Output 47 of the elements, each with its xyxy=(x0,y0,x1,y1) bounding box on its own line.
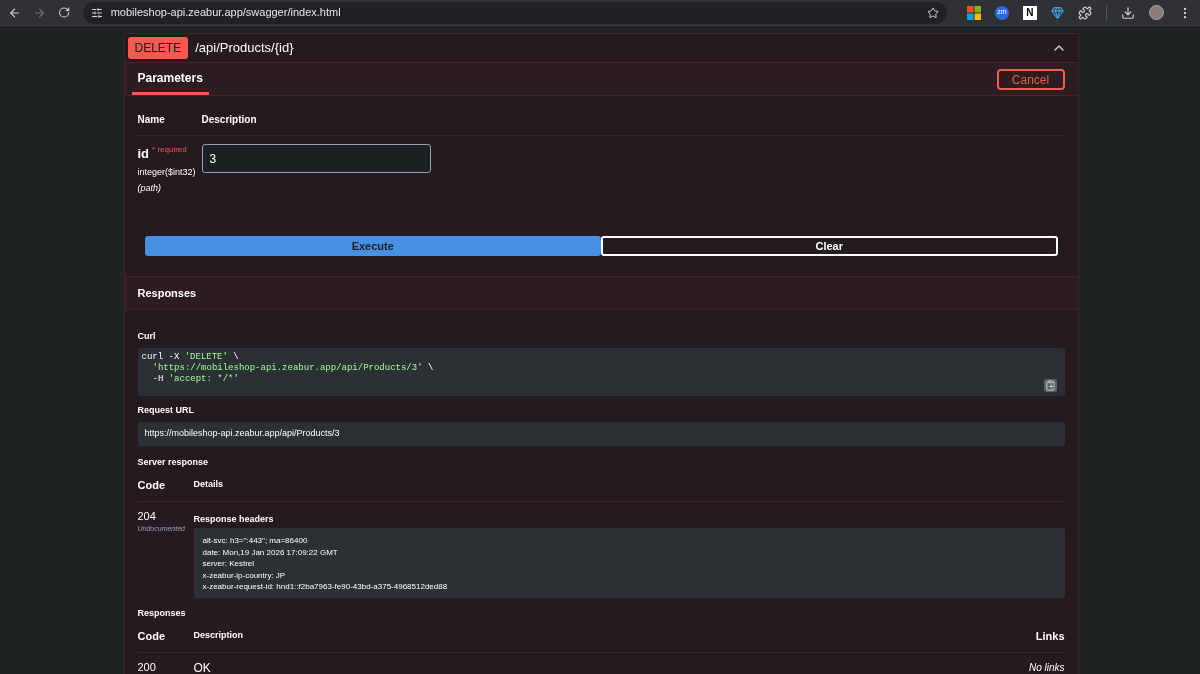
request-url-text: https://mobileshop-api.zeabur.app/api/Products/3 xyxy=(144,427,340,441)
column-header: Description xyxy=(201,113,257,127)
curl-label: Curl xyxy=(137,330,157,343)
profile-avatar[interactable] xyxy=(1149,5,1164,20)
response-header-line: date: Mon,19 Jan 2026 17:09:22 GMT xyxy=(202,546,338,558)
server-response-label: Server response xyxy=(137,456,210,469)
windows-logo-icon[interactable] xyxy=(967,5,981,20)
method-badge: DELETE xyxy=(127,37,189,59)
column-header: Name xyxy=(137,113,166,127)
endpoint-path: /api/Products/{id} xyxy=(195,39,294,58)
column-header: Links xyxy=(1035,628,1065,644)
responses-label: Responses xyxy=(137,607,187,620)
response-description: OK xyxy=(193,659,212,674)
links-text: No links xyxy=(1028,661,1065,674)
response-header-line: alt-svc: h3=":443"; ma=86400 xyxy=(202,535,308,547)
url-text: mobileshop-api.zeabur.app/swagger/index.html xyxy=(110,5,342,21)
column-header: Details xyxy=(193,478,223,492)
required-label: * required xyxy=(152,144,187,156)
response-code: 200 xyxy=(137,660,157,674)
back-icon[interactable] xyxy=(8,5,22,20)
curl-command: curl -X 'DELETE' \ 'https://mobileshop-api.zeabur.app/api/Products/3' \ -H 'accept: */*' xyxy=(141,351,434,385)
diamond-icon[interactable] xyxy=(1051,6,1064,19)
column-header: Description xyxy=(193,629,244,643)
copy-icon[interactable] xyxy=(1043,378,1057,392)
execute-button[interactable]: Execute xyxy=(144,236,601,256)
address-bar[interactable]: mobileshop-api.zeabur.app/swagger/index.html xyxy=(82,1,947,24)
extension-icon[interactable]: N xyxy=(1023,5,1037,20)
response-header-line: server: Kestrel xyxy=(202,558,255,570)
parameter-type: integer($int32) xyxy=(137,165,197,179)
reload-icon[interactable] xyxy=(58,6,71,19)
parameters-tab[interactable]: Parameters xyxy=(131,64,209,95)
id-input-field[interactable]: 3 xyxy=(201,144,431,173)
response-code: 204 xyxy=(137,508,157,524)
column-header: Code xyxy=(137,477,166,493)
response-header-line: x-zeabur-request-id: hnd1::f2ba7963-fe90-43bd-a375-4968512ded88 xyxy=(202,581,448,593)
parameter-location: (path) xyxy=(137,182,162,195)
parameter-name: id xyxy=(137,145,150,163)
download-icon[interactable] xyxy=(1121,5,1135,20)
bookmark-star-icon[interactable] xyxy=(927,6,939,19)
section-title: Responses xyxy=(137,285,197,301)
request-url-label: Request URL xyxy=(137,403,195,417)
column-header: Code xyxy=(137,628,166,644)
response-header-line: x-zeabur-ip-country: JP xyxy=(202,569,286,581)
extensions-icon[interactable] xyxy=(1078,5,1092,20)
clear-button[interactable]: Clear xyxy=(601,236,1058,256)
response-headers-label: Response headers xyxy=(193,512,275,526)
cancel-button[interactable]: Cancel xyxy=(996,69,1065,90)
